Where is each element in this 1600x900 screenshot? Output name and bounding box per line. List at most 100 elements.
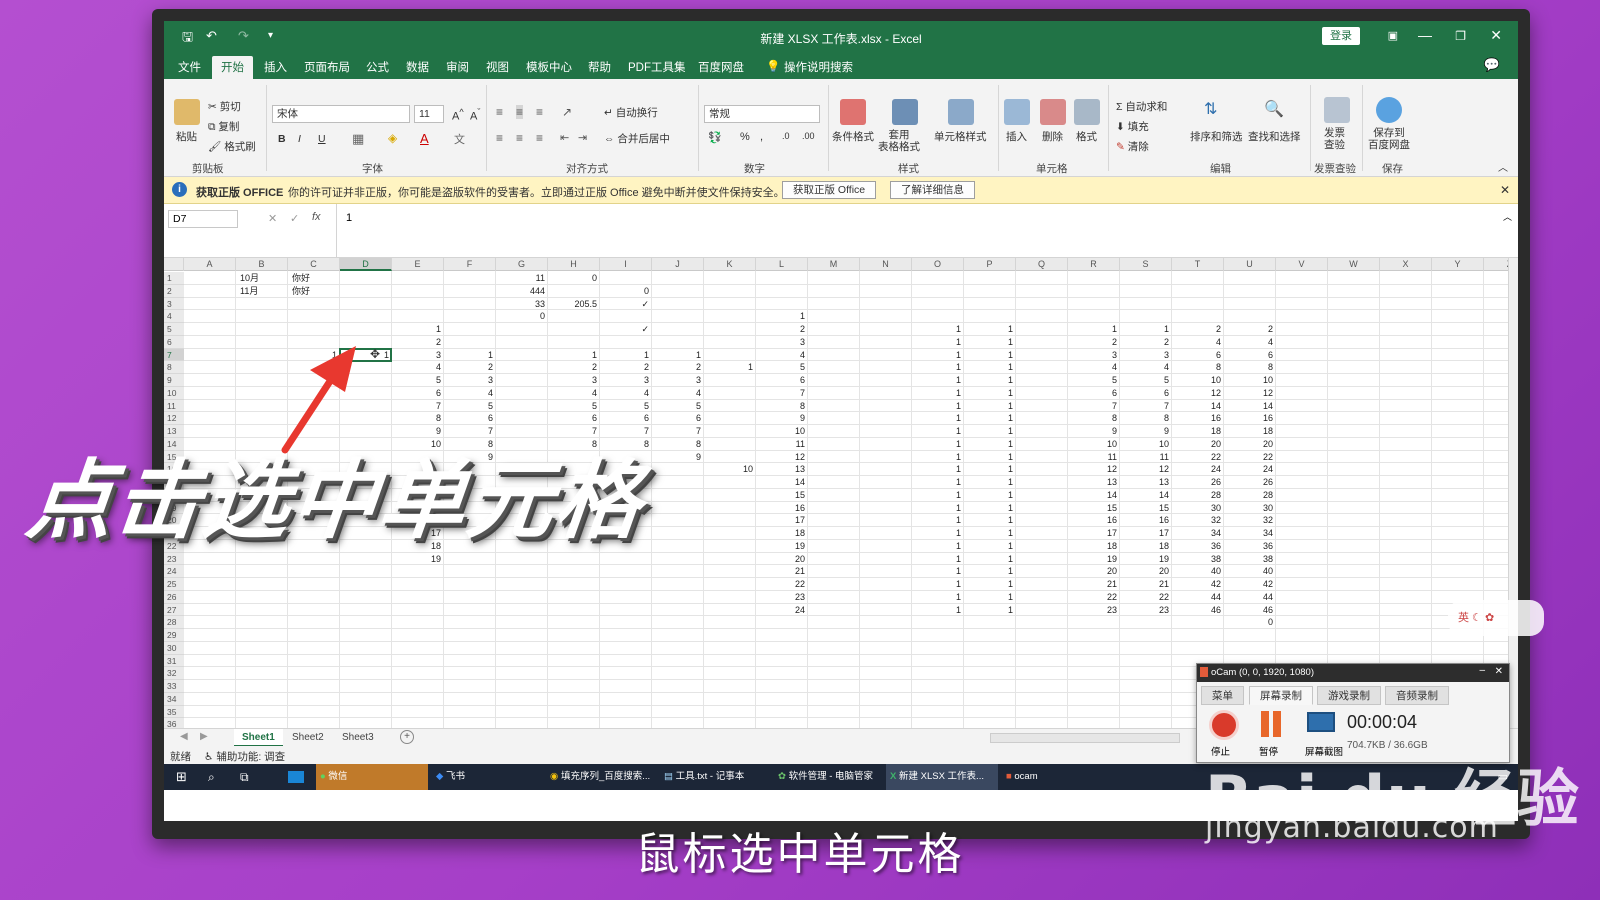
- cell-l13[interactable]: 10: [758, 425, 805, 438]
- cell-o20[interactable]: 1: [914, 514, 961, 527]
- cell-j13[interactable]: 7: [654, 425, 701, 438]
- ime-floating-toolbar[interactable]: 英 ☾ ✿: [1448, 600, 1544, 636]
- conditional-format-button[interactable]: 条件格式: [832, 129, 874, 144]
- cell-j12[interactable]: 6: [654, 412, 701, 425]
- row-header-2[interactable]: 2: [164, 284, 184, 298]
- cell-l17[interactable]: 14: [758, 476, 805, 489]
- row-header-8[interactable]: 8: [164, 361, 184, 374]
- cell-l23[interactable]: 20: [758, 553, 805, 566]
- cell-s6[interactable]: 2: [1122, 336, 1169, 349]
- row-header-10[interactable]: 10: [164, 386, 184, 400]
- cell-t25[interactable]: 42: [1174, 578, 1221, 591]
- cell-u24[interactable]: 40: [1226, 565, 1273, 578]
- tab-insert[interactable]: 插入: [264, 59, 287, 75]
- cell-s17[interactable]: 13: [1122, 476, 1169, 489]
- row-header-31[interactable]: 31: [164, 654, 184, 668]
- insert-cells-icon[interactable]: [1004, 99, 1030, 125]
- orientation-icon[interactable]: ↗: [562, 105, 572, 119]
- find-icon[interactable]: 🔍: [1264, 99, 1284, 119]
- cell-o25[interactable]: 1: [914, 578, 961, 591]
- cell-u14[interactable]: 20: [1226, 438, 1273, 451]
- row-header-26[interactable]: 26: [164, 590, 184, 604]
- decrease-decimal-icon[interactable]: .00: [802, 131, 815, 141]
- cell-r10[interactable]: 6: [1070, 387, 1117, 400]
- column-header-t[interactable]: T: [1172, 258, 1224, 271]
- cell-r16[interactable]: 12: [1070, 463, 1117, 476]
- cell-p21[interactable]: 1: [966, 527, 1013, 540]
- cell-s9[interactable]: 5: [1122, 374, 1169, 387]
- cell-l21[interactable]: 18: [758, 527, 805, 540]
- tab-review[interactable]: 审阅: [446, 59, 469, 75]
- shrink-font-icon[interactable]: Aˇ: [470, 107, 480, 123]
- increase-indent-icon[interactable]: ⇥: [578, 131, 587, 144]
- cell-c2[interactable]: 你好: [290, 285, 337, 298]
- cell-h3[interactable]: 205.5: [550, 298, 597, 311]
- accessibility-status[interactable]: ♿ 辅助功能: 调查: [204, 749, 285, 764]
- cell-p27[interactable]: 1: [966, 604, 1013, 617]
- cell-l10[interactable]: 7: [758, 387, 805, 400]
- cell-u25[interactable]: 42: [1226, 578, 1273, 591]
- cell-l12[interactable]: 9: [758, 412, 805, 425]
- cell-u27[interactable]: 46: [1226, 604, 1273, 617]
- row-header-1[interactable]: 1: [164, 272, 184, 285]
- cell-o17[interactable]: 1: [914, 476, 961, 489]
- insert-function-button[interactable]: fx: [312, 211, 321, 223]
- cell-s20[interactable]: 16: [1122, 514, 1169, 527]
- cell-l19[interactable]: 16: [758, 502, 805, 515]
- cell-o6[interactable]: 1: [914, 336, 961, 349]
- align-right-icon[interactable]: ≡: [536, 131, 543, 145]
- tab-page-layout[interactable]: 页面布局: [304, 59, 350, 75]
- cell-t23[interactable]: 38: [1174, 553, 1221, 566]
- cell-l8[interactable]: 5: [758, 361, 805, 374]
- cell-u11[interactable]: 14: [1226, 400, 1273, 413]
- row-header-24[interactable]: 24: [164, 565, 184, 578]
- clear-button[interactable]: ✎ 清除: [1116, 139, 1149, 154]
- cell-t24[interactable]: 40: [1174, 565, 1221, 578]
- cell-s14[interactable]: 10: [1122, 438, 1169, 451]
- cell-r13[interactable]: 9: [1070, 425, 1117, 438]
- row-header-32[interactable]: 32: [164, 667, 184, 680]
- cell-j9[interactable]: 3: [654, 374, 701, 387]
- cell-p13[interactable]: 1: [966, 425, 1013, 438]
- cell-h7[interactable]: 1: [550, 349, 597, 362]
- cell-b1[interactable]: 10月: [238, 272, 285, 285]
- ocam-minimize-icon[interactable]: –: [1479, 665, 1485, 676]
- cell-o8[interactable]: 1: [914, 361, 961, 374]
- cell-f11[interactable]: 5: [446, 400, 493, 413]
- cell-p18[interactable]: 1: [966, 489, 1013, 502]
- get-genuine-office-button[interactable]: 获取正版 Office: [782, 181, 877, 199]
- cut-button[interactable]: ✂ 剪切: [208, 99, 241, 114]
- cell-r17[interactable]: 13: [1070, 476, 1117, 489]
- cell-r22[interactable]: 18: [1070, 540, 1117, 553]
- cell-s5[interactable]: 1: [1122, 323, 1169, 336]
- cell-t20[interactable]: 32: [1174, 514, 1221, 527]
- cell-j15[interactable]: 9: [654, 451, 701, 464]
- cell-u26[interactable]: 44: [1226, 591, 1273, 604]
- cell-r27[interactable]: 23: [1070, 604, 1117, 617]
- cell-i8[interactable]: 2: [602, 361, 649, 374]
- cell-s13[interactable]: 9: [1122, 425, 1169, 438]
- cell-o11[interactable]: 1: [914, 400, 961, 413]
- invoice-icon[interactable]: [1324, 97, 1350, 123]
- cell-l7[interactable]: 4: [758, 349, 805, 362]
- cell-h11[interactable]: 5: [550, 400, 597, 413]
- italic-button[interactable]: I: [298, 133, 301, 145]
- cell-t19[interactable]: 30: [1174, 502, 1221, 515]
- ribbon-display-icon[interactable]: ▣: [1388, 29, 1398, 42]
- tab-formulas[interactable]: 公式: [366, 59, 389, 75]
- row-header-25[interactable]: 25: [164, 578, 184, 591]
- format-as-table-button[interactable]: 套用 表格格式: [878, 129, 920, 153]
- format-as-table-icon[interactable]: [892, 99, 918, 125]
- cell-t10[interactable]: 12: [1174, 387, 1221, 400]
- cell-r24[interactable]: 20: [1070, 565, 1117, 578]
- row-header-29[interactable]: 29: [164, 629, 184, 642]
- cell-r5[interactable]: 1: [1070, 323, 1117, 336]
- cell-g3[interactable]: 33: [498, 298, 545, 311]
- cell-p22[interactable]: 1: [966, 540, 1013, 553]
- name-box[interactable]: D7: [168, 210, 238, 228]
- row-header-35[interactable]: 35: [164, 705, 184, 719]
- close-icon[interactable]: ✕: [1490, 27, 1502, 44]
- cell-e5[interactable]: 1: [394, 323, 441, 336]
- cell-s18[interactable]: 14: [1122, 489, 1169, 502]
- minimize-icon[interactable]: —: [1418, 27, 1432, 43]
